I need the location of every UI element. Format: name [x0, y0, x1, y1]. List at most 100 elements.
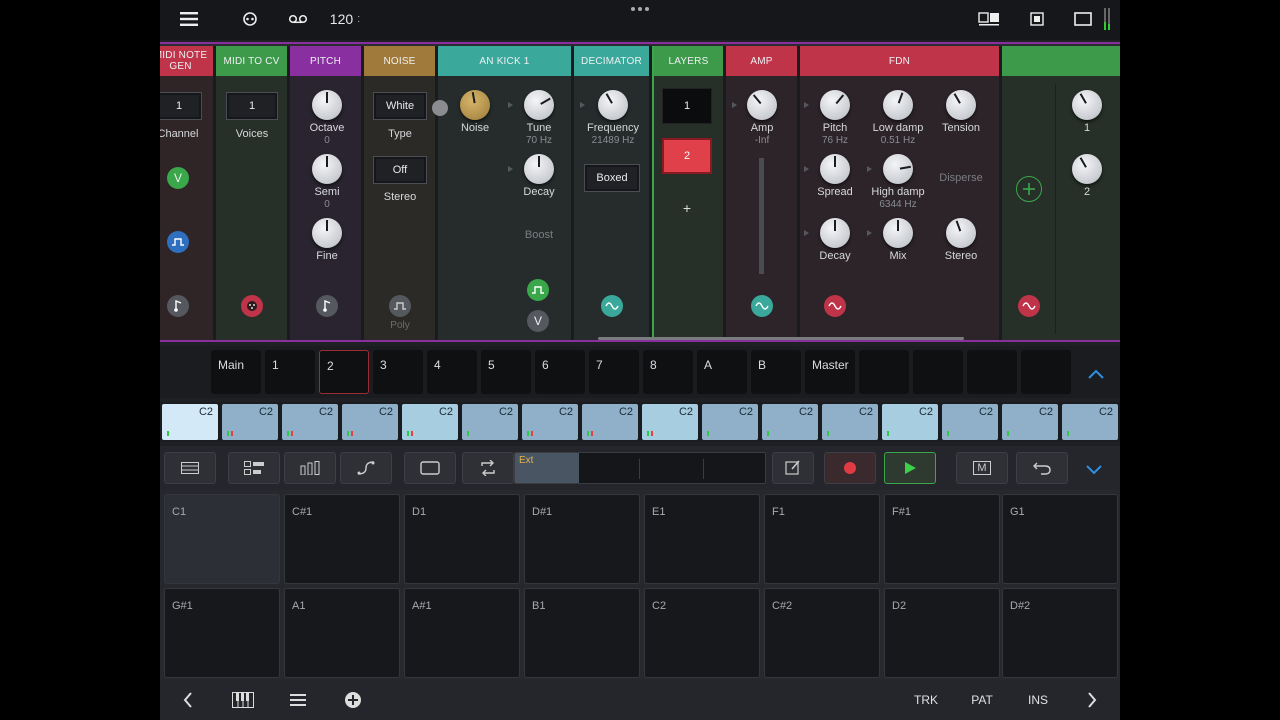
decay-knob[interactable]	[524, 154, 554, 184]
pitch-port-icon[interactable]	[316, 295, 338, 317]
list-icon[interactable]	[288, 688, 308, 712]
track-empty[interactable]	[967, 350, 1017, 394]
step-pad[interactable]: C2	[1062, 404, 1118, 440]
single-view-icon[interactable]	[1028, 8, 1046, 30]
input-connector[interactable]	[432, 100, 448, 116]
pad-ds1[interactable]: D#1	[524, 494, 640, 584]
module-title[interactable]: AMP	[726, 46, 797, 76]
fine-knob[interactable]	[312, 218, 342, 248]
step-pad[interactable]: C2	[642, 404, 698, 440]
add-layer-button[interactable]: +	[678, 200, 696, 216]
pad-f1[interactable]: F1	[764, 494, 880, 584]
automation-button[interactable]	[340, 452, 392, 484]
pad-e1[interactable]: E1	[644, 494, 760, 584]
track-1[interactable]: 1	[265, 350, 315, 394]
module-title[interactable]: NOISE	[364, 46, 435, 76]
module-title[interactable]: DECIMATOR	[574, 46, 649, 76]
octave-knob[interactable]	[312, 90, 342, 120]
step-pad[interactable]: C2	[522, 404, 578, 440]
loop-button[interactable]	[462, 452, 514, 484]
step-pad[interactable]: C2	[162, 404, 218, 440]
voices-selector[interactable]: 1	[226, 92, 278, 120]
sequence-position[interactable]: Ext	[514, 452, 766, 484]
boost-toggle[interactable]: Boost	[525, 229, 553, 241]
poly-port-icon[interactable]	[389, 295, 411, 317]
mode-selector[interactable]: Boxed	[584, 164, 640, 192]
channel-selector[interactable]: 1	[160, 92, 202, 120]
rack-scrollbar[interactable]	[598, 337, 964, 340]
pad-cs1[interactable]: C#1	[284, 494, 400, 584]
pad-ds2[interactable]: D#2	[1002, 588, 1118, 678]
fullscreen-icon[interactable]	[1072, 8, 1094, 30]
undo-button[interactable]	[1016, 452, 1068, 484]
back-arrow-icon[interactable]	[178, 688, 198, 712]
track-8[interactable]: 8	[643, 350, 693, 394]
semi-knob[interactable]	[312, 154, 342, 184]
metronome-button[interactable]: M	[956, 452, 1008, 484]
track-b[interactable]: B	[751, 350, 801, 394]
track-a[interactable]: A	[697, 350, 747, 394]
track-2[interactable]: 2	[319, 350, 369, 394]
module-title[interactable]: MIDI TO CV	[216, 46, 287, 76]
gate-port-icon[interactable]	[527, 279, 549, 301]
module-title[interactable]	[1002, 46, 1120, 76]
forward-arrow-icon[interactable]	[1082, 688, 1102, 712]
module-title[interactable]: LAYERS	[654, 46, 723, 76]
record-button[interactable]	[824, 452, 876, 484]
track-empty[interactable]	[859, 350, 909, 394]
loop-region-button[interactable]	[404, 452, 456, 484]
tension-knob[interactable]	[946, 90, 976, 120]
pad-c2[interactable]: C2	[644, 588, 760, 678]
fdn-stereo-knob[interactable]	[946, 218, 976, 248]
midi-port-icon[interactable]	[241, 295, 263, 317]
pad-a1[interactable]: A1	[284, 588, 400, 678]
disperse-toggle[interactable]: Disperse	[939, 172, 982, 184]
layer-2-button[interactable]: 2	[662, 138, 712, 174]
list-view-button[interactable]	[164, 452, 216, 484]
track-3[interactable]: 3	[373, 350, 423, 394]
add-module-icon[interactable]	[1016, 176, 1042, 202]
track-5[interactable]: 5	[481, 350, 531, 394]
step-pad[interactable]: C2	[1002, 404, 1058, 440]
pat-tab[interactable]: PAT	[964, 688, 1000, 712]
fdn-pitch-knob[interactable]	[820, 90, 850, 120]
fdn-decay-knob[interactable]	[820, 218, 850, 248]
velocity-port[interactable]: V	[167, 167, 189, 189]
bars-button[interactable]	[284, 452, 336, 484]
output-2-knob[interactable]	[1072, 154, 1102, 184]
collapse-down-icon[interactable]	[1086, 462, 1102, 480]
module-title[interactable]: MIDI NOTE GEN	[160, 46, 213, 76]
audio-port-icon[interactable]	[601, 295, 623, 317]
track-empty[interactable]	[913, 350, 963, 394]
pad-b1[interactable]: B1	[524, 588, 640, 678]
menu-icon[interactable]	[178, 8, 200, 30]
gate-port-icon[interactable]	[167, 231, 189, 253]
step-pad[interactable]: C2	[822, 404, 878, 440]
frequency-knob[interactable]	[598, 90, 628, 120]
module-title[interactable]: AN KICK 1	[438, 46, 571, 76]
step-pad[interactable]: C2	[402, 404, 458, 440]
layer-1-button[interactable]: 1	[662, 88, 712, 124]
track-4[interactable]: 4	[427, 350, 477, 394]
track-empty[interactable]	[1021, 350, 1071, 394]
step-pad[interactable]: C2	[702, 404, 758, 440]
noise-knob[interactable]	[460, 90, 490, 120]
sync-icon[interactable]	[240, 8, 260, 30]
module-title[interactable]: PITCH	[290, 46, 361, 76]
amp-knob[interactable]	[747, 90, 777, 120]
pad-c1[interactable]: C1	[164, 494, 280, 584]
pad-d1[interactable]: D1	[404, 494, 520, 584]
edit-button[interactable]	[772, 452, 814, 484]
track-6[interactable]: 6	[535, 350, 585, 394]
track-master[interactable]: Master	[805, 350, 855, 394]
ins-tab[interactable]: INS	[1020, 688, 1056, 712]
step-pad[interactable]: C2	[222, 404, 278, 440]
mix-knob[interactable]	[883, 218, 913, 248]
tempo-display[interactable]: 120:	[328, 8, 362, 30]
output-1-knob[interactable]	[1072, 90, 1102, 120]
step-pad[interactable]: C2	[942, 404, 998, 440]
spread-knob[interactable]	[820, 154, 850, 184]
collapse-up-icon[interactable]	[1088, 366, 1104, 384]
pad-g1[interactable]: G1	[1002, 494, 1118, 584]
module-title[interactable]: FDN	[800, 46, 999, 76]
